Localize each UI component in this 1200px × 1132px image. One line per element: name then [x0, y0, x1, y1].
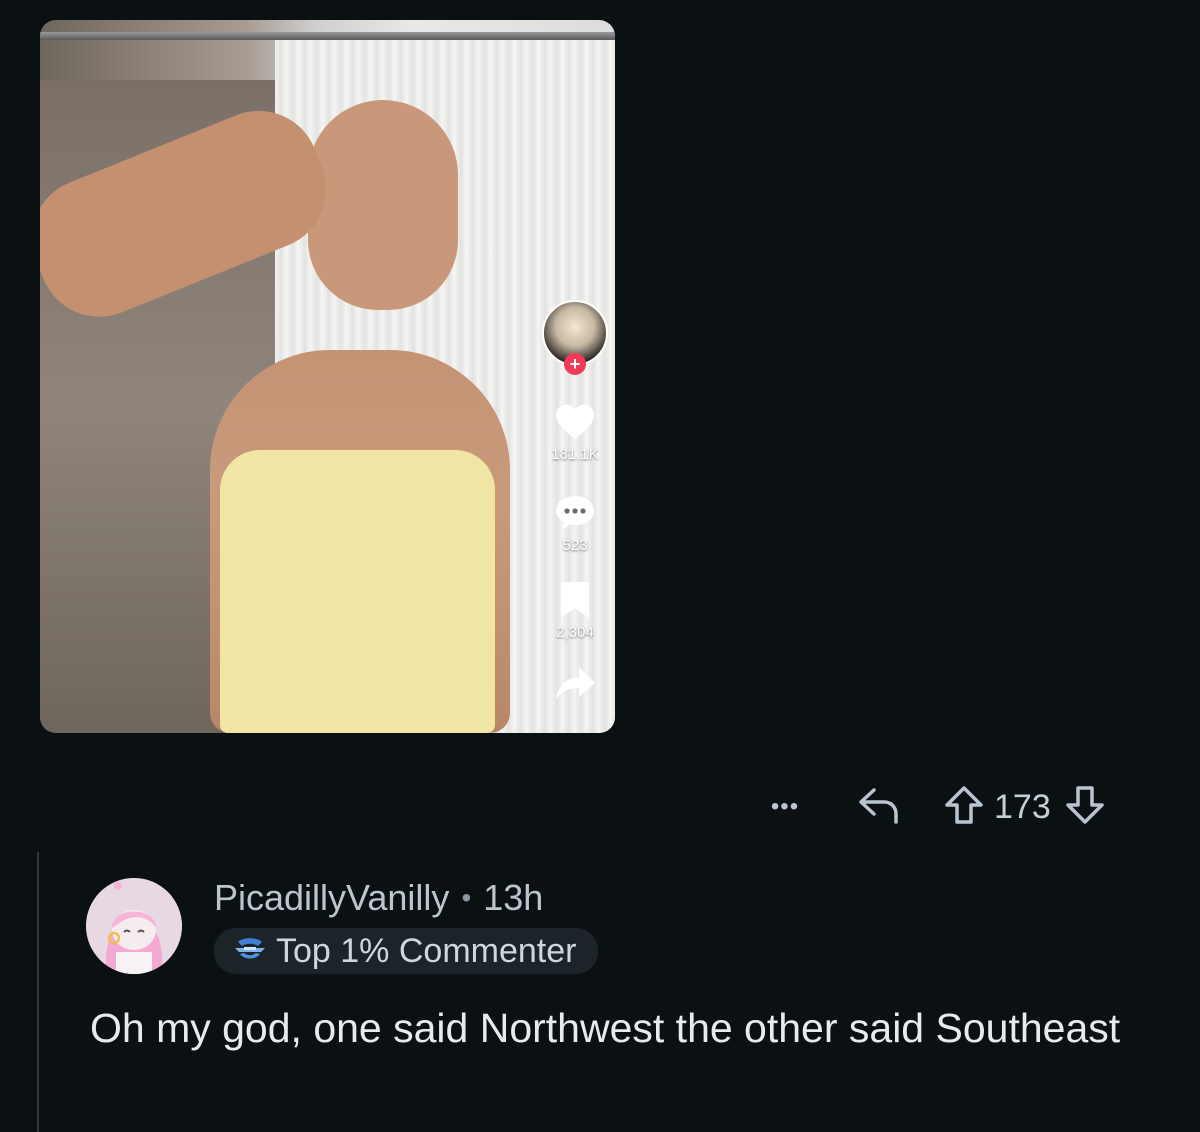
- vote-group: 173: [944, 785, 1105, 829]
- comment-meta: PicadillyVanilly • 13h Top 1% Commenter: [214, 872, 599, 974]
- downvote-button[interactable]: [1065, 785, 1105, 829]
- upvote-arrow-icon: [944, 784, 984, 831]
- thread-line[interactable]: [37, 852, 39, 1132]
- share-action[interactable]: [553, 663, 597, 703]
- comment-action[interactable]: 523: [553, 493, 597, 554]
- comment-age: 13h: [483, 877, 544, 918]
- like-count: 181.1K: [551, 446, 599, 463]
- share-arrow-icon[interactable]: [553, 663, 597, 703]
- embedded-video-image[interactable]: + 181.1K 523 2,304: [40, 20, 615, 733]
- comment-count: 523: [562, 537, 588, 554]
- person-head: [308, 100, 458, 310]
- comment-bubble-icon[interactable]: [553, 493, 597, 533]
- more-options-button[interactable]: •••: [760, 787, 810, 827]
- like-action[interactable]: 181.1K: [551, 402, 599, 463]
- downvote-arrow-icon: [1065, 784, 1105, 831]
- flair-label: Top 1% Commenter: [276, 931, 577, 970]
- save-count: 2,304: [556, 624, 594, 641]
- save-action[interactable]: 2,304: [553, 580, 597, 641]
- heart-icon[interactable]: [553, 402, 597, 442]
- plus-icon[interactable]: +: [564, 353, 586, 375]
- comment-body: Oh my god, one said Northwest the other …: [90, 1005, 1121, 1051]
- video-side-actions: + 181.1K 523 2,304: [535, 300, 615, 733]
- bookmark-icon[interactable]: [553, 580, 597, 620]
- avatar[interactable]: [86, 878, 182, 974]
- upvote-button[interactable]: [944, 785, 984, 829]
- username[interactable]: PicadillyVanilly: [214, 877, 449, 919]
- person-top: [220, 450, 495, 733]
- comment-header: PicadillyVanilly • 13h: [214, 872, 598, 924]
- commenter-badge-icon: [232, 934, 268, 969]
- reply-button[interactable]: [854, 785, 904, 829]
- curtain-rod: [40, 32, 615, 40]
- reply-arrow-icon: [856, 784, 902, 831]
- meta-separator: •: [461, 882, 472, 913]
- comment-action-bar: ••• 173: [760, 783, 1160, 831]
- vote-score: 173: [994, 787, 1051, 826]
- creator-avatar[interactable]: +: [542, 300, 608, 375]
- user-flair: Top 1% Commenter: [214, 928, 599, 974]
